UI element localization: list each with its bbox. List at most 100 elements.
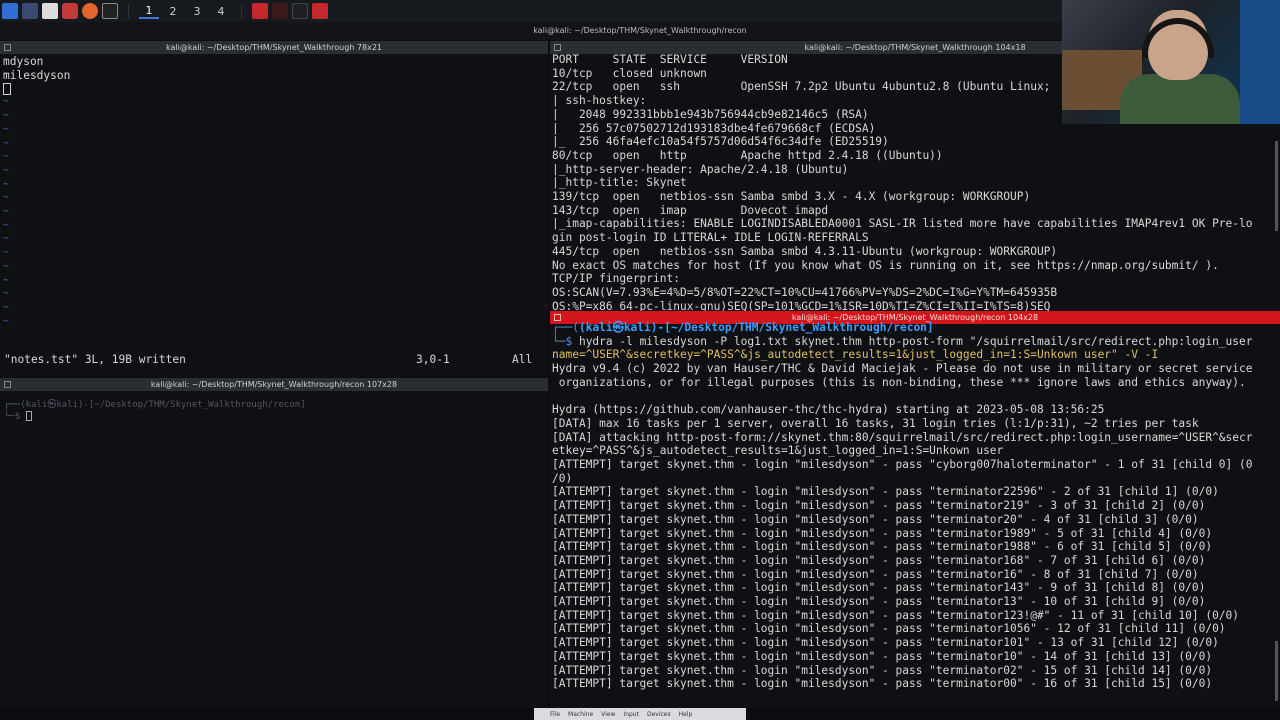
- output-line: [ATTEMPT] target skynet.thm - login "mil…: [552, 485, 1219, 499]
- output-line: |_http-title: Skynet: [552, 176, 687, 190]
- output-line: Hydra v9.4 (c) 2022 by van Hauser/THC & …: [552, 362, 1253, 376]
- scrollbar[interactable]: [1275, 141, 1278, 231]
- vm-menu-view[interactable]: View: [601, 711, 615, 718]
- taskbar-divider: [241, 4, 242, 18]
- pane-menu-icon[interactable]: [4, 381, 11, 388]
- output-line: Hydra (https://github.com/vanhauser-thc/…: [552, 403, 1105, 417]
- vm-menu-devices[interactable]: Devices: [647, 711, 671, 718]
- prompt-text: (kali㉿kali)-[~/Desktop/THM/Skynet_Walkth…: [578, 321, 934, 334]
- empty-line-marker: ~: [3, 164, 10, 176]
- output-line: gin post-login ID LITERAL+ IDLE LOGIN-RE…: [552, 231, 869, 245]
- app-window-icon[interactable]: [252, 3, 268, 19]
- text-line: mdyson: [3, 55, 44, 68]
- workspace-1[interactable]: 1: [139, 4, 159, 19]
- scrollbar[interactable]: [1275, 641, 1278, 701]
- vim-cursor-position: 3,0-1: [416, 353, 450, 366]
- pane-title-text: kali@kali: ~/Desktop/THM/Skynet_Walkthro…: [804, 43, 1026, 52]
- output-line: 445/tcp open netbios-ssn Samba smbd 4.3.…: [552, 244, 1058, 258]
- vim-scroll-position: All: [512, 353, 533, 366]
- empty-line-marker: ~: [3, 260, 10, 272]
- command-text: hydra -l milesdyson -P log1.txt skynet.t…: [578, 334, 1253, 348]
- terminal-pane-shell[interactable]: kali@kali: ~/Desktop/THM/Skynet_Walkthro…: [0, 378, 548, 708]
- empty-line-marker: ~: [3, 247, 10, 259]
- command-line-continued: name=^USER^&secretkey=^PASS^&js_autodete…: [552, 348, 1159, 362]
- output-line: OS:SCAN(V=7.93%E=4%D=5/8%OT=22%CT=10%CU=…: [552, 285, 1058, 299]
- terminal-pane-hydra[interactable]: kali@kali: ~/Desktop/THM/Skynet_Walkthro…: [550, 311, 1280, 708]
- empty-line-marker: ~: [3, 288, 10, 300]
- output-line: [ATTEMPT] target skynet.thm - login "mil…: [552, 595, 1206, 609]
- shell-prompt: ┌──((kali㉿kali)-[~/Desktop/THM/Skynet_Wa…: [552, 321, 934, 334]
- vm-menu-machine[interactable]: Machine: [568, 711, 593, 718]
- empty-line-marker: ~: [3, 178, 10, 190]
- pane-title-text: kali@kali: ~/Desktop/THM/Skynet_Walkthro…: [150, 380, 398, 389]
- firefox-icon[interactable]: [82, 3, 98, 19]
- vm-menu-input[interactable]: Input: [623, 711, 639, 718]
- webcam-overlay: [1062, 0, 1280, 124]
- cursor: [25, 411, 32, 421]
- empty-line-marker: ~: [3, 151, 10, 163]
- output-line: [ATTEMPT] target skynet.thm - login "mil…: [552, 636, 1219, 650]
- desktop-icon[interactable]: [22, 3, 38, 19]
- pane-title-text: kali@kali: ~/Desktop/THM/Skynet_Walkthro…: [165, 43, 383, 52]
- file-manager-icon[interactable]: [42, 3, 58, 19]
- output-line: |_ 256 46fa4efc10a54f5757d06d54f6c34dfe …: [552, 135, 889, 149]
- pane-menu-icon[interactable]: [554, 44, 561, 51]
- shell-prompt-tail: └─$: [4, 411, 32, 423]
- command-line: └─$ hydra -l milesdyson -P log1.txt skyn…: [552, 334, 1253, 348]
- workspace-4[interactable]: 4: [211, 5, 231, 18]
- workspace-2[interactable]: 2: [163, 5, 183, 18]
- output-line: [ATTEMPT] target skynet.thm - login "mil…: [552, 526, 1213, 540]
- pane-menu-icon[interactable]: [4, 44, 11, 51]
- output-line: [ATTEMPT] target skynet.thm - login "mil…: [552, 512, 1199, 526]
- webcam-person-body: [1120, 74, 1240, 124]
- vm-menu-bar: File Machine View Input Devices Help: [534, 708, 746, 720]
- empty-line-marker: ~: [3, 233, 10, 245]
- cursor: [3, 83, 11, 96]
- output-line: [DATA] attacking http-post-form://skynet…: [552, 430, 1253, 444]
- app-window-icon[interactable]: [292, 3, 308, 19]
- app-window-icon[interactable]: [272, 3, 288, 19]
- taskbar-divider: [128, 4, 129, 18]
- output-line: 143/tcp open imap Dovecot imapd: [552, 203, 829, 217]
- pane-title: kali@kali: ~/Desktop/THM/Skynet_Walkthro…: [0, 41, 548, 54]
- vim-status-message: "notes.tst" 3L, 19B written: [4, 353, 186, 366]
- terminal-pane-notes[interactable]: kali@kali: ~/Desktop/THM/Skynet_Walkthro…: [0, 41, 548, 377]
- output-line: 80/tcp open http Apache httpd 2.4.18 ((U…: [552, 148, 943, 162]
- output-line: [ATTEMPT] target skynet.thm - login "mil…: [552, 553, 1206, 567]
- empty-line-marker: ~: [3, 315, 10, 327]
- workspace-3[interactable]: 3: [187, 5, 207, 18]
- empty-line-marker: ~: [3, 274, 10, 286]
- text-editor-icon[interactable]: [62, 3, 78, 19]
- output-line: No exact OS matches for host (If you kno…: [552, 258, 1219, 272]
- output-line: [ATTEMPT] target skynet.thm - login "mil…: [552, 540, 1213, 554]
- app-window-icon[interactable]: [312, 3, 328, 19]
- output-line: [ATTEMPT] target skynet.thm - login "mil…: [552, 581, 1206, 595]
- output-line: etkey=^PASS^&js_autodetect_results=1&jus…: [552, 444, 1004, 458]
- output-line: [ATTEMPT] target skynet.thm - login "mil…: [552, 458, 1253, 472]
- output-line: [ATTEMPT] target skynet.thm - login "mil…: [552, 499, 1206, 513]
- vm-menu-help[interactable]: Help: [679, 711, 693, 718]
- empty-line-marker: ~: [3, 123, 10, 135]
- output-line: [ATTEMPT] target skynet.thm - login "mil…: [552, 622, 1226, 636]
- empty-line-marker: ~: [3, 206, 10, 218]
- webcam-monitor: [1240, 0, 1280, 124]
- output-line: [ATTEMPT] target skynet.thm - login "mil…: [552, 677, 1213, 691]
- prompt-text: (kali㉿kali)-[~/Desktop/THM/Skynet_Walkth…: [20, 400, 306, 410]
- empty-line-marker: ~: [3, 96, 10, 108]
- output-line: [ATTEMPT] target skynet.thm - login "mil…: [552, 608, 1240, 622]
- pane-menu-icon[interactable]: [554, 314, 561, 321]
- vm-menu-file[interactable]: File: [550, 711, 560, 718]
- output-line: /0): [552, 471, 573, 485]
- shell-prompt: ┌──(kali㉿kali)-[~/Desktop/THM/Skynet_Wal…: [4, 400, 306, 410]
- output-line: [ATTEMPT] target skynet.thm - login "mil…: [552, 567, 1199, 581]
- empty-line-marker: ~: [3, 192, 10, 204]
- terminal-icon[interactable]: [102, 3, 118, 19]
- output-line: [ATTEMPT] target skynet.thm - login "mil…: [552, 663, 1213, 677]
- hydra-output: Hydra v9.4 (c) 2022 by van Hauser/THC & …: [552, 362, 1253, 691]
- output-line: [DATA] max 16 tasks per 1 server, overal…: [552, 416, 1199, 430]
- kali-menu-icon[interactable]: [2, 3, 18, 19]
- output-line: [ATTEMPT] target skynet.thm - login "mil…: [552, 649, 1213, 663]
- empty-line-marker: ~: [3, 137, 10, 149]
- output-line: organizations, or for illegal purposes (…: [552, 375, 1246, 389]
